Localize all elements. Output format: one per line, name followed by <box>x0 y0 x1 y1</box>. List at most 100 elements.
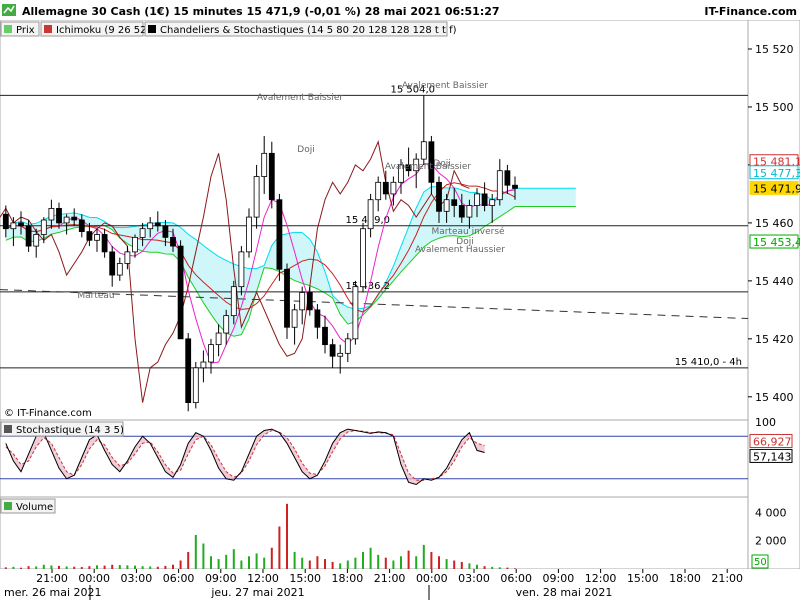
candle-body <box>458 205 465 218</box>
x-tick-label: 09:00 <box>543 572 575 585</box>
candle-body <box>94 234 100 241</box>
x-tick-label: 15:00 <box>627 572 659 585</box>
candle-body <box>10 222 17 230</box>
pattern-annotation: Marteau inversé <box>431 226 505 237</box>
x-day-label: ven. 28 mai 2021 <box>516 586 613 599</box>
candle-body <box>40 219 47 235</box>
candle-body <box>18 222 24 227</box>
legend-label-price: Prix <box>16 25 35 36</box>
candle-body <box>230 286 237 317</box>
volume-y-tick: 4 000 <box>755 506 787 519</box>
candle-body <box>33 234 40 247</box>
candle-body <box>360 228 366 288</box>
y-tick-label: 15 500 <box>755 101 794 114</box>
candle-body <box>185 338 192 404</box>
candle-body <box>208 344 214 363</box>
y-tick-label: 15 460 <box>755 217 794 230</box>
x-tick-label: 00:00 <box>416 572 448 585</box>
level-label: 15 410,0 - 4h <box>675 357 742 368</box>
candle-body <box>223 315 230 334</box>
legend-label-candles: Chandeliers & Stochastiques (14 5 80 20 … <box>160 25 457 36</box>
candle-body <box>139 228 146 238</box>
candle-body <box>109 251 116 276</box>
candle-body <box>86 231 93 241</box>
candle-body <box>124 251 131 264</box>
candle-body <box>147 222 154 230</box>
candle-body <box>170 236 176 247</box>
candle-body <box>329 344 336 357</box>
level-label: 15 436,2 <box>345 281 390 292</box>
pattern-annotation: Avalement Baissier <box>402 81 489 91</box>
stochastic-tag-label: 66,927 <box>753 435 792 448</box>
candle-body <box>322 326 328 346</box>
x-tick-label: 12:00 <box>247 572 279 585</box>
candle-body <box>466 205 473 218</box>
x-tick-label: 06:00 <box>163 572 195 585</box>
y-tick-label: 15 520 <box>755 43 794 56</box>
volume-panel[interactable] <box>0 496 749 570</box>
candle-body <box>253 176 260 218</box>
legend-swatch-price-icon <box>4 25 12 33</box>
candle-body <box>474 193 480 206</box>
candle-body <box>116 263 123 276</box>
x-tick-label: 15:00 <box>289 572 321 585</box>
candle-body <box>306 292 313 311</box>
legend-swatch-ichimoku-icon <box>44 25 52 33</box>
candle-body <box>496 170 503 201</box>
candle-body <box>367 199 374 230</box>
x-tick-label: 06:00 <box>500 572 532 585</box>
candle-body <box>25 225 32 247</box>
candle-body <box>291 309 298 328</box>
candle-body <box>420 141 427 160</box>
candle-body <box>162 225 169 238</box>
candle-body <box>284 268 290 328</box>
candle-body <box>276 199 283 270</box>
candle-body <box>337 352 344 357</box>
copyright: © IT-Finance.com <box>4 408 92 419</box>
y-tick-label: 15 420 <box>755 333 794 346</box>
volume-tag-label: 50 <box>754 557 767 568</box>
pattern-annotation: Doji <box>456 237 473 247</box>
candle-body <box>56 208 62 224</box>
candle-body <box>390 181 397 195</box>
brand-name[interactable]: IT-Finance.com <box>704 5 797 18</box>
x-tick-label: 21:00 <box>374 572 406 585</box>
volume-y-tick: 2 000 <box>755 535 787 548</box>
candle-body <box>71 216 78 221</box>
y-tick-label: 15 400 <box>755 391 794 404</box>
x-tick-label: 09:00 <box>205 572 237 585</box>
pattern-annotation: Doji <box>297 145 314 155</box>
x-tick-label: 03:00 <box>458 572 490 585</box>
stochastic-swatch-icon <box>4 425 12 433</box>
candle-body <box>451 199 458 206</box>
chart-title: Allemagne 30 Cash (1€) 15 minutes 15 471… <box>22 5 500 18</box>
x-tick-label: 21:00 <box>36 572 68 585</box>
candle-body <box>215 332 222 346</box>
candle-body <box>132 236 138 253</box>
stochastic-tag-label: 57,143 <box>753 450 792 463</box>
candle-body <box>504 170 511 186</box>
x-tick-label: 03:00 <box>121 572 153 585</box>
price-tag-label: 15 471,9 <box>753 182 800 195</box>
pattern-annotation: Marteau <box>77 291 114 301</box>
candle-body <box>436 181 442 212</box>
legend-swatch-candles-icon <box>148 25 156 33</box>
candle-body <box>299 292 306 311</box>
chart-svg[interactable]: 15 504,015 459,015 436,215 410,0 - 4h Av… <box>0 0 800 600</box>
candle-body <box>489 199 496 206</box>
pattern-annotation: Avalement Baissier <box>385 162 472 172</box>
x-day-label: mer. 26 mai 2021 <box>4 586 102 599</box>
y-tick-label: 15 440 <box>755 275 794 288</box>
candle-body <box>192 367 199 404</box>
candle-body <box>2 213 9 230</box>
candle-body <box>268 152 275 201</box>
candle-body <box>200 361 207 369</box>
candle-body <box>481 193 488 206</box>
candle-body <box>512 184 518 189</box>
candle-body <box>261 152 268 177</box>
candle-body <box>78 219 85 232</box>
volume-swatch-icon <box>4 502 12 510</box>
stochastic-title: Stochastique (14 3 5) <box>16 425 124 436</box>
candle-body <box>314 309 321 328</box>
pattern-annotation: Avalement Baissier <box>257 93 344 103</box>
